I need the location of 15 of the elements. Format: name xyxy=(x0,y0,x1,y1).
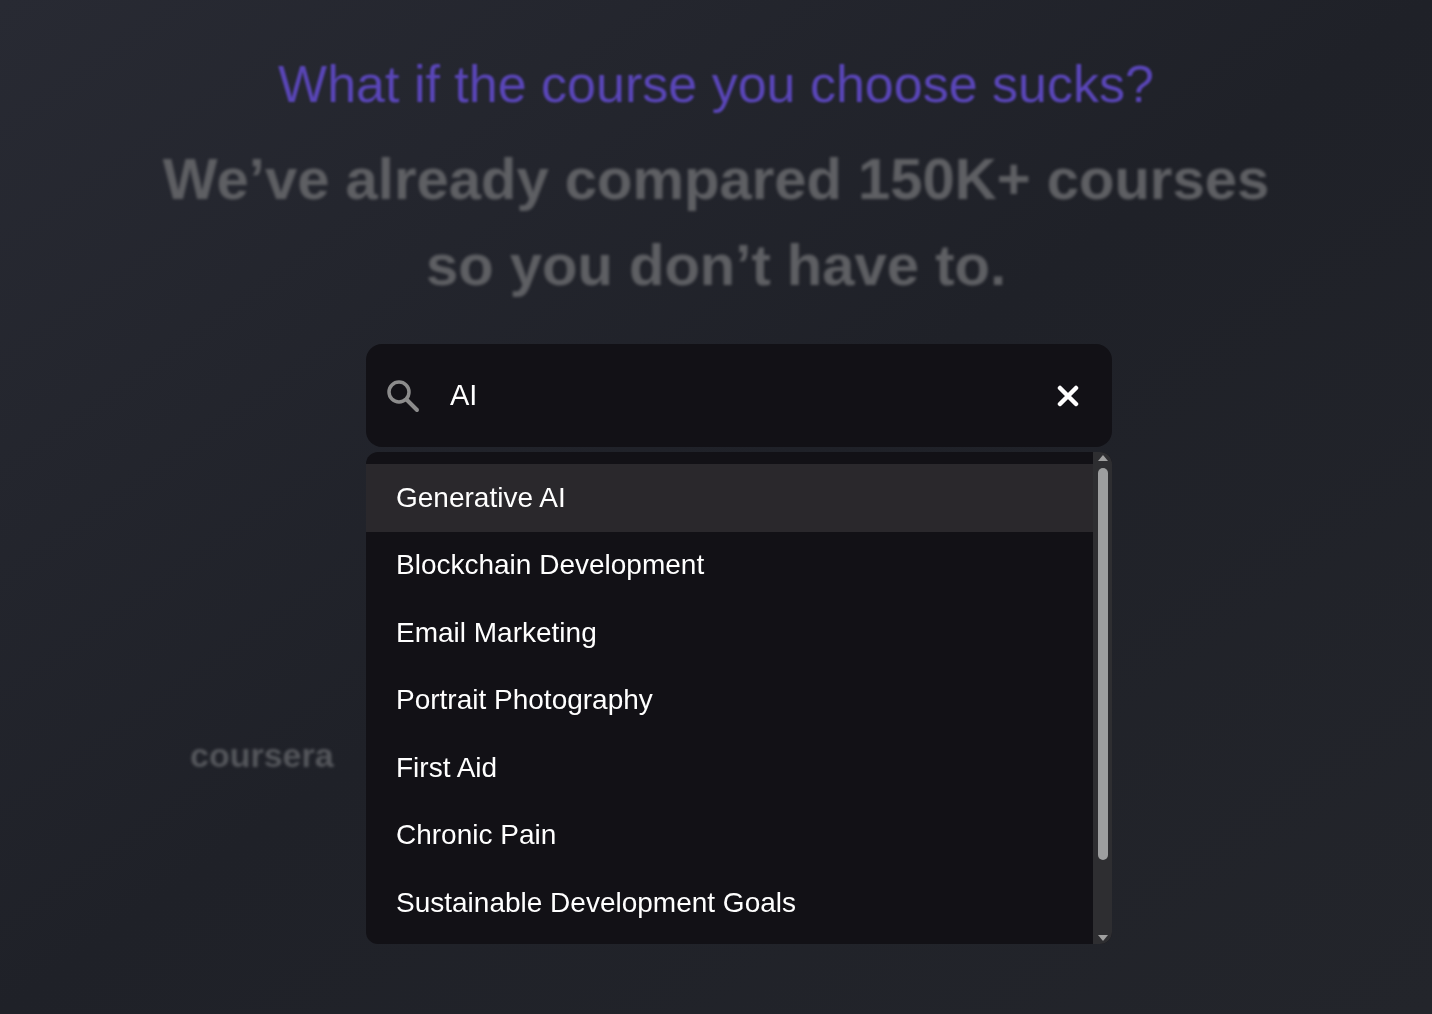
suggestion-item[interactable]: Sustainable Development Goals xyxy=(366,869,1093,937)
suggestion-item[interactable]: Portrait Photography xyxy=(366,666,1093,734)
suggestion-item[interactable]: Email Marketing xyxy=(366,599,1093,667)
suggestion-item[interactable]: Chronic Pain xyxy=(366,801,1093,869)
scrollbar[interactable] xyxy=(1093,452,1112,944)
suggestion-item[interactable]: Generative AI xyxy=(366,464,1093,532)
search-bar[interactable]: AI xyxy=(366,344,1112,447)
hero-headline: We’ve already compared 150K+ courses so you don’t have to. xyxy=(161,145,1271,299)
search-icon xyxy=(386,378,420,413)
suggestion-item[interactable]: First Aid xyxy=(366,734,1093,802)
scroll-down-icon[interactable] xyxy=(1096,934,1109,942)
suggestion-item[interactable]: Blockchain Development xyxy=(366,531,1093,599)
hero-question: What if the course you choose sucks? xyxy=(278,54,1154,115)
search-field[interactable]: AI xyxy=(450,373,1054,418)
scroll-up-icon[interactable] xyxy=(1096,454,1109,462)
